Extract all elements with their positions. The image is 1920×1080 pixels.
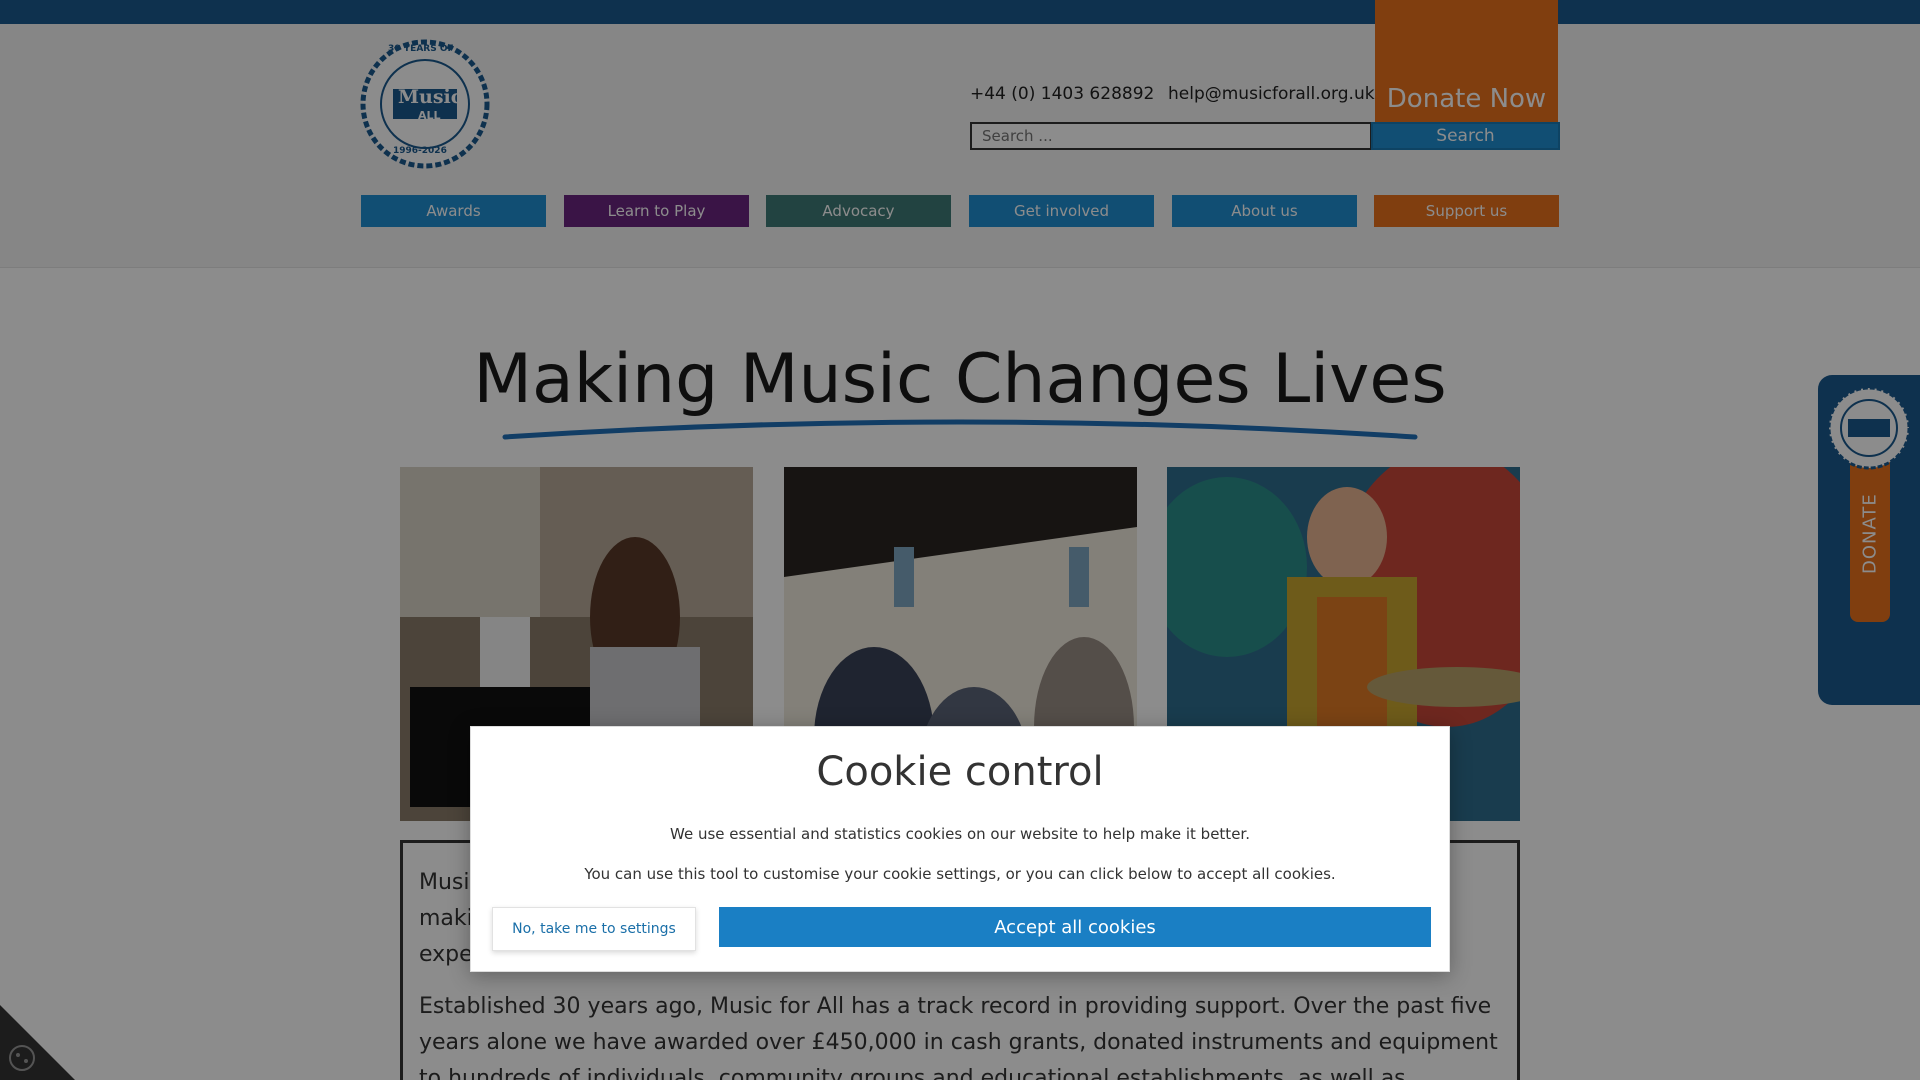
accept-all-cookies-button[interactable]: Accept all cookies (719, 907, 1431, 947)
cookie-control-dialog: Cookie control We use essential and stat… (470, 726, 1450, 972)
cookie-text-1: We use essential and statistics cookies … (670, 825, 1250, 843)
cookie-settings-button[interactable]: No, take me to settings (492, 907, 696, 951)
cookie-title: Cookie control (816, 749, 1104, 795)
cookie-text-2: You can use this tool to customise your … (584, 865, 1336, 883)
